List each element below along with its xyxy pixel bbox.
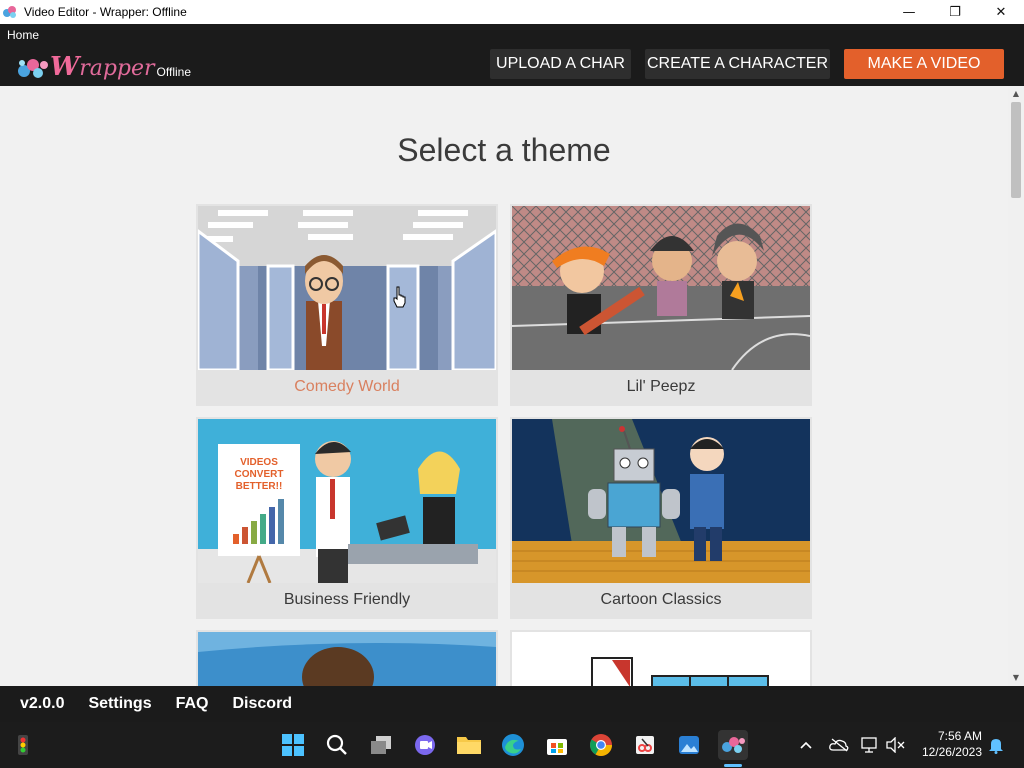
chat-icon[interactable] [410,730,440,760]
create-character-button[interactable]: CREATE A CHARACTER [645,49,830,79]
photos-icon[interactable] [674,730,704,760]
notification-bell-icon[interactable] [986,734,1006,756]
partial-theme-thumbnail-left [198,632,496,686]
wrapper-taskbar-icon[interactable] [718,730,748,760]
footer-link-settings[interactable]: Settings [76,695,163,713]
poster-line-1: VIDEOS [240,457,278,468]
poster-line-2: CONVERT [235,469,284,480]
onedrive-offline-icon[interactable] [828,734,850,756]
menu-home[interactable]: Home [0,26,46,44]
upload-char-button[interactable]: UPLOAD A CHAR [490,49,631,79]
clock-time: 7:56 AM [937,729,982,743]
app-header: W rapper Offline UPLOAD A CHAR CREATE A … [0,44,1024,86]
minimize-button[interactable]: — [886,0,932,24]
business-friendly-thumbnail: VIDEOS CONVERT BETTER!! [198,419,496,583]
logo-letter-w: W [50,52,80,82]
file-explorer-icon[interactable] [454,730,484,760]
restore-icon: ❐ [949,4,961,20]
hand-cursor-icon [393,286,406,308]
system-clock[interactable]: 7:56 AM 12/26/2023 [912,728,982,760]
menu-bar: Home [0,24,1024,44]
app-footer: v2.0.0 Settings FAQ Discord [0,686,1024,722]
traffic-light-widget-icon[interactable] [8,730,38,760]
theme-card-lil-peepz[interactable]: Lil' Peepz [510,204,812,406]
logo-text: rapper [79,56,155,81]
snipping-tool-icon[interactable] [630,730,660,760]
footer-link-faq[interactable]: FAQ [164,695,221,713]
theme-label: Cartoon Classics [600,591,722,608]
windows-taskbar: 7:56 AM 12/26/2023 [0,722,1024,768]
clock-date: 12/26/2023 [921,745,982,759]
vertical-scrollbar[interactable]: ▲ ▼ [1008,86,1024,686]
show-hidden-icons-chevron-icon[interactable] [797,734,815,756]
edge-browser-icon[interactable] [498,730,528,760]
poster-line-3: BETTER!! [236,481,283,492]
theme-label: Business Friendly [283,591,411,608]
minimize-icon: — [902,4,916,20]
wrapper-logo[interactable]: W rapper Offline [16,51,191,81]
cartoon-classics-thumbnail [512,419,810,583]
theme-card-partial-right[interactable] [510,630,812,686]
theme-card-partial-left[interactable] [196,630,498,686]
active-app-indicator [724,764,742,767]
logo-bubbles-icon [18,59,48,78]
theme-card-business-friendly[interactable]: VIDEOS CONVERT BETTER!! Business Friendl… [196,417,498,619]
page-title: Select a theme [397,132,611,168]
microsoft-store-icon[interactable] [542,730,572,760]
close-button[interactable]: ✕ [978,0,1024,24]
close-icon: ✕ [995,4,1007,20]
search-icon[interactable] [322,730,352,760]
make-video-button[interactable]: MAKE A VIDEO [844,49,1004,79]
scroll-down-icon[interactable]: ▼ [1008,670,1024,686]
volume-muted-icon[interactable] [884,734,906,756]
theme-label: Lil' Peepz [626,378,696,395]
chrome-icon[interactable] [586,730,616,760]
logo-offline-text: Offline [156,65,192,79]
theme-label: Comedy World [294,378,400,395]
partial-theme-thumbnail-right [512,632,810,686]
scroll-up-icon[interactable]: ▲ [1008,86,1024,102]
window-titlebar: Video Editor - Wrapper: Offline — ❐ ✕ [0,0,1024,24]
window-title: Video Editor - Wrapper: Offline [24,5,187,19]
maximize-button[interactable]: ❐ [932,0,978,24]
scroll-thumb[interactable] [1011,102,1021,198]
start-icon[interactable] [278,730,308,760]
task-view-icon[interactable] [366,730,396,760]
wrapper-app-icon [3,6,16,18]
version-label: v2.0.0 [20,695,65,712]
footer-link-discord[interactable]: Discord [221,695,305,713]
network-icon[interactable] [860,734,880,756]
comedy-world-thumbnail [198,206,496,370]
lil-peepz-thumbnail [512,206,810,370]
theme-selection-page: Select a theme Comedy World Lil' Peepz V… [0,86,1008,686]
theme-card-cartoon-classics[interactable]: Cartoon Classics [510,417,812,619]
theme-card-comedy-world[interactable]: Comedy World [196,204,498,406]
